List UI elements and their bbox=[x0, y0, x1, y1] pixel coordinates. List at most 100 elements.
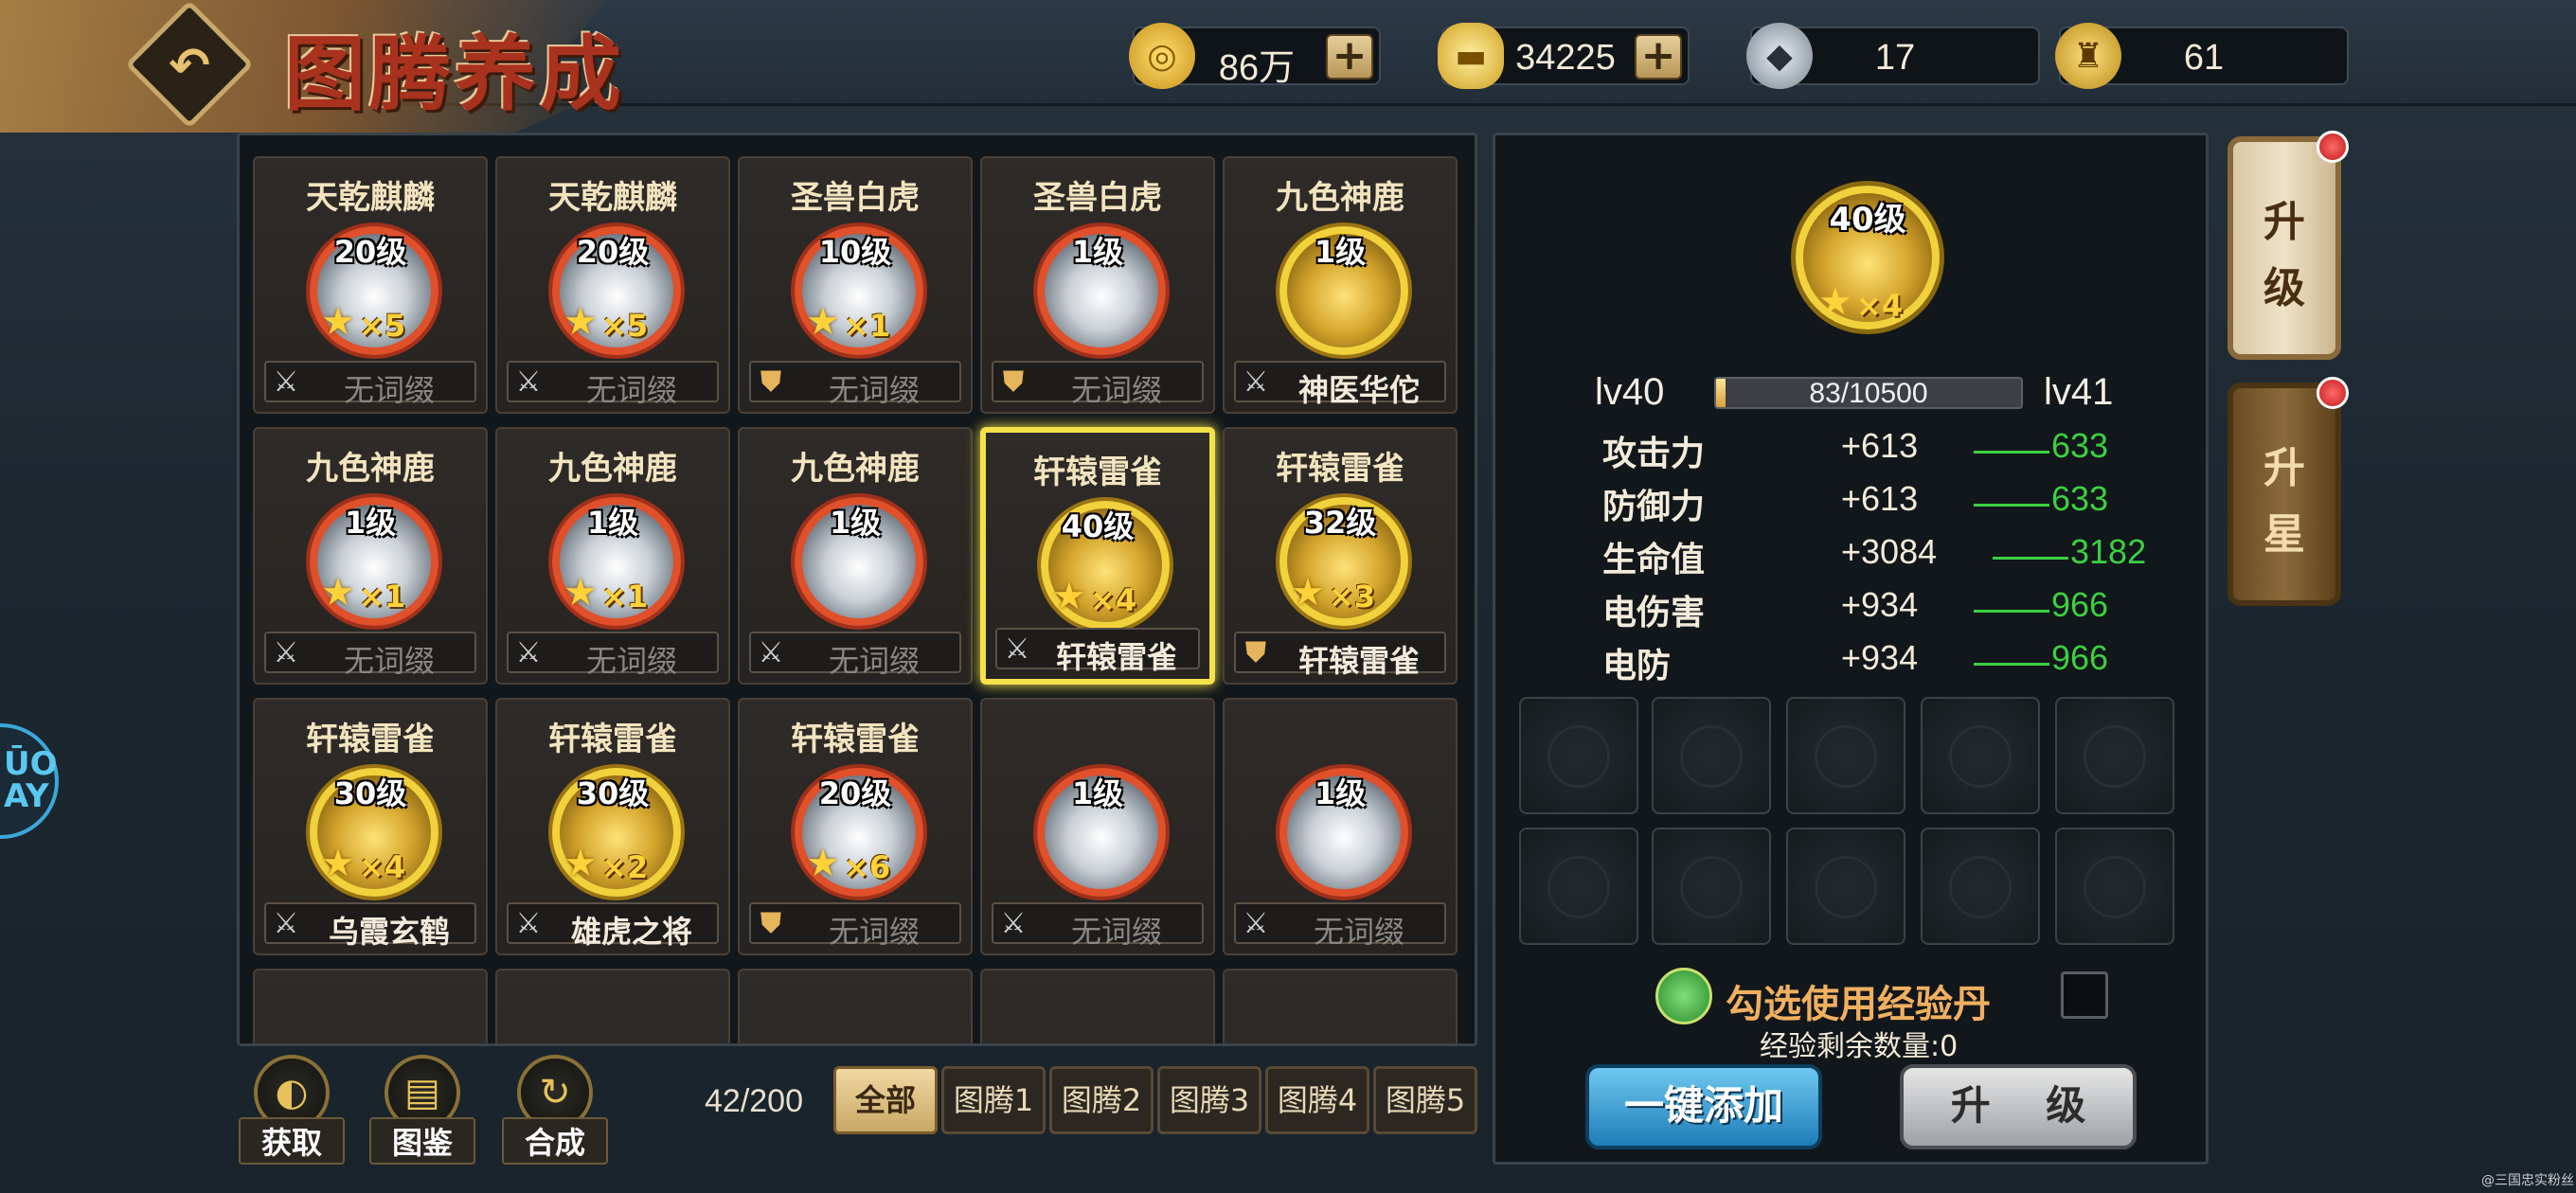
beast-silhouette-icon bbox=[1949, 725, 2012, 788]
affix-bar: ⚔ 轩辕雷雀 bbox=[995, 628, 1200, 675]
totem-card[interactable]: 圣兽白虎 10级 ★ ×1 ⛊ 无词缀 bbox=[738, 156, 973, 414]
material-slot[interactable] bbox=[1921, 828, 2040, 945]
stat-next: 633 bbox=[2051, 479, 2109, 518]
tab-star-up[interactable]: 升星 bbox=[2227, 383, 2341, 606]
stat-row: 生命值 +3084 3182 bbox=[1602, 532, 2171, 579]
resource-ingot: ▬ 34225 + bbox=[1438, 23, 1690, 89]
sword-icon: ⚔ bbox=[273, 636, 299, 669]
obtain-button[interactable]: ◐ 获取 bbox=[239, 1055, 345, 1168]
totem-card[interactable]: 轩辕雷雀 32级 ★ ×3 ⛊ 轩辕雷雀 bbox=[1223, 427, 1458, 685]
tab-totem-4[interactable]: 图腾4 bbox=[1265, 1066, 1369, 1134]
upgrade-button[interactable]: 升 级 bbox=[1900, 1064, 2137, 1149]
tab-all[interactable]: 全部 bbox=[833, 1066, 938, 1134]
stat-row: 攻击力 +613 633 bbox=[1602, 426, 2171, 473]
totem-card[interactable]: 圣兽白虎 1级 ⛊ 无词缀 bbox=[980, 156, 1215, 414]
material-slot[interactable] bbox=[1786, 828, 1905, 945]
stat-next: 966 bbox=[2051, 585, 2109, 624]
totem-level: 20级 bbox=[818, 775, 892, 811]
affix-text: 无词缀 bbox=[1313, 914, 1404, 950]
tab-totem-5[interactable]: 图腾5 bbox=[1373, 1066, 1477, 1134]
totem-name: 圣兽白虎 bbox=[1033, 179, 1162, 217]
sword-icon: ⚔ bbox=[515, 365, 542, 399]
totem-card[interactable]: 轩辕雷雀 40级 ★ ×4 ⚔ 轩辕雷雀 bbox=[980, 427, 1215, 685]
totem-star-count: ×5 bbox=[601, 308, 649, 344]
beast-silhouette-icon bbox=[1815, 856, 1877, 918]
material-slot[interactable] bbox=[1519, 697, 1638, 814]
totem-card[interactable] bbox=[738, 969, 973, 1043]
stat-name: 攻击力 bbox=[1602, 435, 1706, 473]
affix-text: 无词缀 bbox=[585, 372, 677, 408]
stat-row: 电防 +934 966 bbox=[1602, 638, 2171, 686]
use-exp-pill-checkbox[interactable] bbox=[2061, 971, 2108, 1019]
stat-row: 电伤害 +934 966 bbox=[1602, 585, 2171, 632]
notification-dot bbox=[2317, 131, 2349, 163]
star-icon: ★ bbox=[321, 842, 355, 885]
shield-icon: ⛊ bbox=[760, 365, 782, 399]
totem-card[interactable]: 1级 ⚔ 无词缀 bbox=[1223, 698, 1458, 955]
material-slot[interactable] bbox=[1519, 828, 1638, 945]
totem-star-count: ×3 bbox=[1329, 579, 1376, 614]
affix-text: 无词缀 bbox=[585, 643, 677, 679]
affix-text: 轩辕雷雀 bbox=[1297, 643, 1420, 679]
affix-text: 无词缀 bbox=[1070, 372, 1162, 408]
totem-grid[interactable]: 天乾麒麟 20级 ★ ×5 ⚔ 无词缀 天乾麒麟 20级 ★ ×5 ⚔ 无词缀 圣兽白虎 10级 ★ ×1 ⛊ 无… bbox=[237, 133, 1477, 1046]
synthesize-button[interactable]: ↻ 合成 bbox=[502, 1055, 608, 1168]
add-ingot-button[interactable]: + bbox=[1635, 34, 1682, 80]
use-exp-pill-label: 勾选使用经验丹 bbox=[1726, 983, 1991, 1026]
tab-totem-3[interactable]: 图腾3 bbox=[1157, 1066, 1261, 1134]
totem-card[interactable]: 1级 ⚔ 无词缀 bbox=[980, 698, 1215, 955]
totem-card[interactable]: 轩辕雷雀 30级 ★ ×2 ⚔ 雄虎之将 bbox=[495, 698, 730, 955]
totem-level: 1级 bbox=[1314, 775, 1367, 811]
star-icon: ★ bbox=[1291, 571, 1325, 614]
tab-totem-2[interactable]: 图腾2 bbox=[1049, 1066, 1154, 1134]
totem-card[interactable] bbox=[1223, 969, 1458, 1043]
back-arrow-icon[interactable]: ↶ bbox=[150, 27, 229, 106]
add-gold-button[interactable]: + bbox=[1326, 34, 1373, 80]
sword-icon: ⚔ bbox=[273, 907, 299, 940]
material-slot[interactable] bbox=[1786, 697, 1905, 814]
tab-totem-1[interactable]: 图腾1 bbox=[941, 1066, 1046, 1134]
affix-bar: ⚔ 无词缀 bbox=[1234, 902, 1446, 950]
material-slot[interactable] bbox=[1652, 697, 1771, 814]
ingot-value: 34225 bbox=[1515, 38, 1616, 78]
totem-card[interactable] bbox=[980, 969, 1215, 1043]
one-click-add-button[interactable]: 一键添加 bbox=[1585, 1064, 1822, 1149]
catalog-button[interactable]: ▤ 图鉴 bbox=[369, 1055, 475, 1168]
totem-card[interactable]: 轩辕雷雀 30级 ★ ×4 ⚔ 乌霞玄鹤 bbox=[253, 698, 488, 955]
affix-text: 无词缀 bbox=[343, 643, 435, 679]
totem-name: 圣兽白虎 bbox=[791, 179, 920, 217]
material-slot[interactable] bbox=[2055, 697, 2174, 814]
star-icon: ★ bbox=[1818, 280, 1852, 324]
affix-bar: ⚔ 无词缀 bbox=[507, 361, 719, 408]
totem-card[interactable]: 天乾麒麟 20级 ★ ×5 ⚔ 无词缀 bbox=[253, 156, 488, 414]
totem-star-count: ×1 bbox=[844, 308, 891, 344]
totem-card[interactable]: 九色神鹿 1级 ★ ×1 ⚔ 无词缀 bbox=[253, 427, 488, 685]
material-slot[interactable] bbox=[1652, 828, 1771, 945]
totem-card[interactable]: 九色神鹿 1级 ⚔ 无词缀 bbox=[738, 427, 973, 685]
totem-card[interactable] bbox=[253, 969, 488, 1043]
tab-star-up-label: 升星 bbox=[2263, 444, 2305, 559]
affix-bar: ⚔ 无词缀 bbox=[992, 902, 1204, 950]
star-icon: ★ bbox=[806, 842, 840, 885]
totem-card[interactable]: 轩辕雷雀 20级 ★ ×6 ⛊ 无词缀 bbox=[738, 698, 973, 955]
totem-level: 20级 bbox=[576, 234, 650, 270]
synthesize-label: 合成 bbox=[502, 1117, 608, 1165]
affix-bar: ⚔ 乌霞玄鹤 bbox=[264, 902, 476, 950]
stat-name: 电伤害 bbox=[1602, 594, 1706, 632]
totem-card[interactable] bbox=[495, 969, 730, 1043]
affix-bar: ⚔ 无词缀 bbox=[749, 632, 961, 679]
affix-text: 雄虎之将 bbox=[570, 914, 692, 950]
star-icon: ★ bbox=[564, 842, 598, 885]
gold-value: 86万 bbox=[1218, 48, 1296, 88]
tab-upgrade[interactable]: 升级 bbox=[2227, 136, 2341, 360]
material-slot[interactable] bbox=[1921, 697, 2040, 814]
material-slot[interactable] bbox=[2055, 828, 2174, 945]
totem-card[interactable]: 天乾麒麟 20级 ★ ×5 ⚔ 无词缀 bbox=[495, 156, 730, 414]
stat-arrow-line bbox=[1974, 504, 2049, 507]
resource-wolf-token: ◆ 17 bbox=[1746, 23, 2040, 89]
totem-card[interactable]: 九色神鹿 1级 ⚔ 神医华佗 bbox=[1223, 156, 1458, 414]
totem-card[interactable]: 九色神鹿 1级 ★ ×1 ⚔ 无词缀 bbox=[495, 427, 730, 685]
star-icon: ★ bbox=[321, 300, 355, 344]
affix-bar: ⚔ 无词缀 bbox=[507, 632, 719, 679]
stat-arrow-line bbox=[1974, 610, 2049, 613]
